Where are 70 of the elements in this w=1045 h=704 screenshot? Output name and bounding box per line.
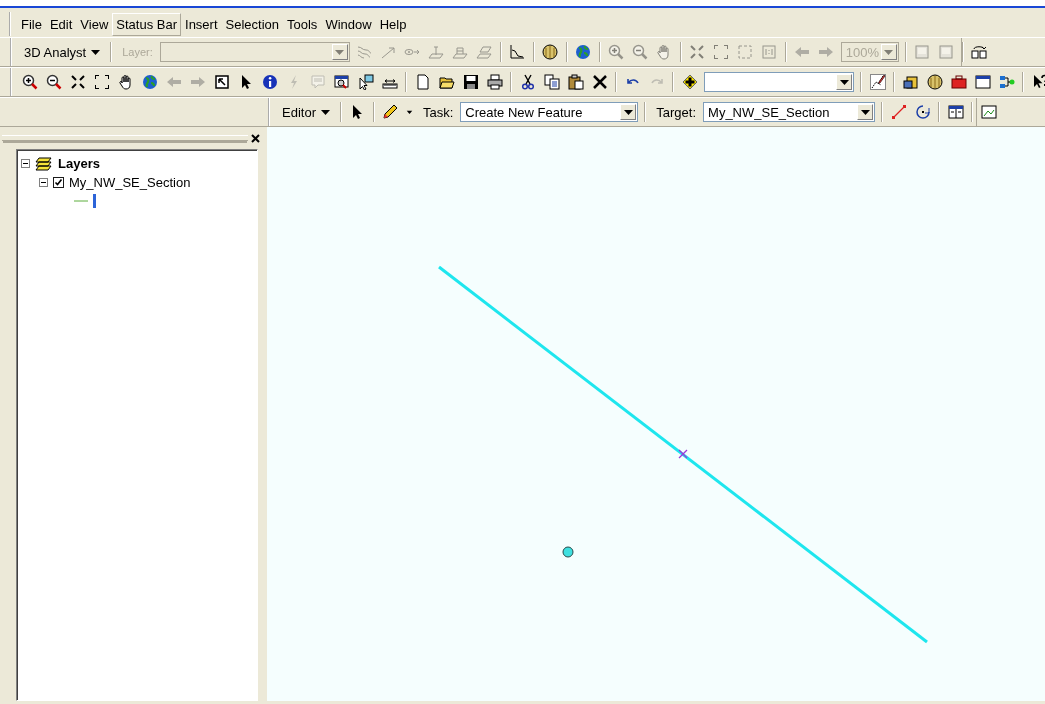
print-icon[interactable] [486,74,503,90]
flow-diagram-icon[interactable] [998,74,1015,90]
menu-item[interactable]: View [76,12,113,36]
caret-icon [335,49,345,55]
menu-item[interactable]: Selection [221,12,283,36]
help-pointer-icon[interactable] [1031,74,1045,90]
menu-item[interactable]: File [17,12,46,36]
chart-window-icon[interactable] [980,104,997,120]
scissors-icon[interactable] [519,74,536,90]
pencil-icon[interactable] [382,104,399,120]
menu-item[interactable]: Window [321,12,376,36]
toolbar-menu-button[interactable]: 3D Analyst [18,41,107,63]
caret-icon [320,109,330,115]
layer-group-label[interactable]: Layers [58,156,100,171]
plus-icon[interactable] [681,74,698,90]
swap-icon[interactable] [971,44,988,60]
menu-item[interactable]: Insert [181,12,222,36]
layers-icon [35,156,53,171]
sphere-icon[interactable] [926,74,943,90]
close-icon[interactable] [250,132,261,144]
caret-icon [623,109,633,115]
caret-icon [91,49,101,55]
sketch-line-icon[interactable] [890,104,907,120]
sphere-icon[interactable] [542,44,559,60]
rotate-icon[interactable] [914,104,931,120]
layer-label[interactable]: My_NW_SE_Section [69,175,191,190]
caret-icon [860,109,870,115]
field-label: Task: [421,104,455,120]
menu-item[interactable]: Help [375,12,411,36]
collapse-icon[interactable] [21,159,30,168]
find-icon[interactable] [333,74,350,90]
point-feature[interactable] [562,546,574,558]
menu-item[interactable]: Status Bar [112,12,181,36]
line-symbol-icon [74,193,98,209]
inward-arrows-icon[interactable] [69,74,86,90]
caret-icon [839,79,849,85]
table-window-icon[interactable] [947,104,964,120]
cross-marker [678,449,688,459]
scale-dropdown[interactable] [704,72,854,92]
field-label: Target: [655,104,698,120]
graph-icon[interactable] [509,44,526,60]
caret-icon [884,49,894,55]
drag-handle[interactable] [2,135,248,141]
globe-icon[interactable] [141,74,158,90]
new-document-icon[interactable] [414,74,431,90]
window-icon[interactable] [974,74,991,90]
field-label: Layer: [121,46,154,58]
outward-corners-icon[interactable] [93,74,110,90]
globe-icon[interactable] [575,44,592,60]
paste-icon[interactable] [567,74,584,90]
info-icon[interactable] [261,74,278,90]
select-box-icon[interactable] [213,74,230,90]
sketch-edit-icon[interactable] [869,74,886,90]
hand-icon[interactable] [117,74,134,90]
zoom-in-icon[interactable] [21,74,38,90]
task-dropdown[interactable]: Create New Feature [460,102,639,122]
select-pointer-icon[interactable] [357,74,374,90]
menu-item[interactable]: Edit [45,12,77,36]
zoom-out-icon[interactable] [45,74,62,90]
copy-icon[interactable] [543,74,560,90]
delete-icon[interactable] [591,74,608,90]
toolbar-menu-button[interactable]: Editor [276,101,336,123]
cabinet-icon[interactable] [902,74,919,90]
menu-item[interactable]: Tools [283,12,322,36]
collapse-icon[interactable] [39,178,48,187]
toolbox-icon[interactable] [950,74,967,90]
save-icon[interactable] [462,74,479,90]
target-dropdown[interactable]: My_NW_SE_Section [703,102,876,122]
checkbox[interactable] [53,177,64,188]
open-folder-icon[interactable] [438,74,455,90]
